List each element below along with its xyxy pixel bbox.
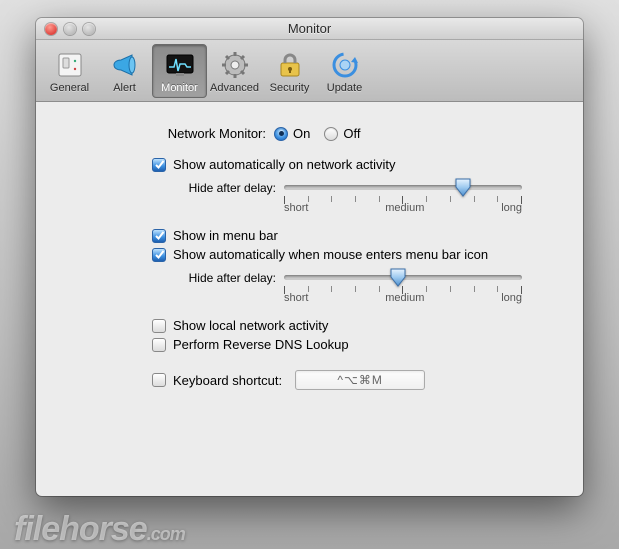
- checkbox-reverse-dns[interactable]: Perform Reverse DNS Lookup: [152, 337, 555, 352]
- checkbox-icon: [152, 338, 166, 352]
- radio-off[interactable]: Off: [324, 126, 360, 141]
- hide-delay-label-1: Hide after delay:: [152, 181, 284, 195]
- slider-tick-labels: short medium long: [284, 292, 522, 304]
- checkbox-icon: [152, 248, 166, 262]
- checkbox-show-on-activity[interactable]: Show automatically on network activity: [152, 157, 555, 172]
- slider-tick-labels: short medium long: [284, 202, 522, 214]
- checkbox-icon: [152, 373, 166, 387]
- radio-label: On: [293, 126, 310, 141]
- slider-hide-delay-1[interactable]: [284, 178, 522, 198]
- tab-label: General: [50, 82, 89, 94]
- slider-rail: [284, 185, 522, 190]
- lock-icon: [274, 49, 306, 81]
- checkbox-icon: [152, 229, 166, 243]
- tab-label: Alert: [113, 82, 136, 94]
- tab-security[interactable]: Security: [262, 44, 317, 98]
- checkbox-show-local[interactable]: Show local network activity: [152, 318, 555, 333]
- shortcut-field[interactable]: ^⌥⌘M: [295, 370, 425, 390]
- titlebar[interactable]: Monitor: [36, 18, 583, 40]
- tab-alert[interactable]: Alert: [97, 44, 152, 98]
- switch-icon: [54, 49, 86, 81]
- tab-advanced[interactable]: Advanced: [207, 44, 262, 98]
- tab-label: Security: [270, 82, 310, 94]
- radio-icon: [274, 127, 288, 141]
- hide-delay-label-2: Hide after delay:: [152, 271, 284, 285]
- slider-hide-delay-2[interactable]: [284, 268, 522, 288]
- monitor-icon: [164, 49, 196, 81]
- tab-general[interactable]: General: [42, 44, 97, 98]
- radio-icon: [324, 127, 338, 141]
- gear-icon: [219, 49, 251, 81]
- radio-on[interactable]: On: [274, 126, 310, 141]
- checkbox-label: Show automatically on network activity: [173, 157, 396, 172]
- tab-label: Monitor: [161, 82, 198, 94]
- watermark: filehorse.com: [14, 510, 185, 549]
- radio-label: Off: [343, 126, 360, 141]
- checkbox-label: Keyboard shortcut:: [173, 373, 282, 388]
- tab-update[interactable]: Update: [317, 44, 372, 98]
- window-title: Monitor: [36, 21, 583, 36]
- megaphone-icon: [109, 49, 141, 81]
- slider-thumb[interactable]: [454, 178, 472, 197]
- checkbox-show-on-hover[interactable]: Show automatically when mouse enters men…: [152, 247, 555, 262]
- checkbox-show-menu-bar[interactable]: Show in menu bar: [152, 228, 555, 243]
- toolbar: General Alert Monitor Advanced Security: [36, 40, 583, 102]
- checkbox-label: Show automatically when mouse enters men…: [173, 247, 488, 262]
- tab-monitor[interactable]: Monitor: [152, 44, 207, 98]
- network-monitor-label: Network Monitor:: [64, 126, 274, 141]
- slider-thumb[interactable]: [389, 268, 407, 287]
- checkbox-icon: [152, 158, 166, 172]
- tab-label: Advanced: [210, 82, 259, 94]
- checkbox-label: Show local network activity: [173, 318, 328, 333]
- content-pane: Network Monitor: On Off Show automatical…: [36, 102, 583, 390]
- preferences-window: Monitor General Alert Monitor Advanced: [36, 18, 583, 496]
- checkbox-label: Perform Reverse DNS Lookup: [173, 337, 349, 352]
- tab-label: Update: [327, 82, 362, 94]
- checkbox-label: Show in menu bar: [173, 228, 278, 243]
- checkbox-icon: [152, 319, 166, 333]
- update-icon: [329, 49, 361, 81]
- checkbox-keyboard-shortcut[interactable]: Keyboard shortcut: ^⌥⌘M: [152, 370, 555, 390]
